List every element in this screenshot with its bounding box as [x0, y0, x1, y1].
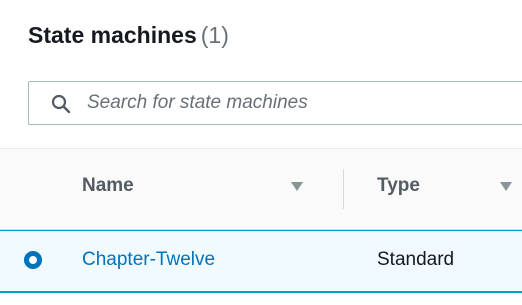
- search-icon: [51, 94, 71, 114]
- sort-caret-down-icon[interactable]: [500, 182, 512, 191]
- state-machine-type: Standard: [377, 249, 455, 270]
- column-header-type[interactable]: Type: [377, 175, 420, 197]
- column-divider[interactable]: [343, 169, 344, 209]
- search-input[interactable]: [87, 82, 522, 124]
- state-machine-name-link[interactable]: Chapter-Twelve: [82, 249, 215, 271]
- sort-caret-down-icon[interactable]: [291, 182, 303, 191]
- item-count: (1): [200, 22, 229, 48]
- column-header-name[interactable]: Name: [82, 175, 134, 197]
- state-machines-panel: State machines(1) Name Type Chapter-Twel…: [0, 0, 522, 305]
- table-header: Name Type: [0, 149, 522, 230]
- search-box[interactable]: [28, 81, 522, 125]
- table-row[interactable]: Chapter-Twelve Standard: [0, 230, 522, 293]
- state-machines-table: Name Type Chapter-Twelve Standard: [0, 148, 522, 305]
- row-select-radio[interactable]: [24, 251, 42, 269]
- page-title: State machines (1): [28, 22, 229, 49]
- page-title-text: State machines: [28, 22, 197, 48]
